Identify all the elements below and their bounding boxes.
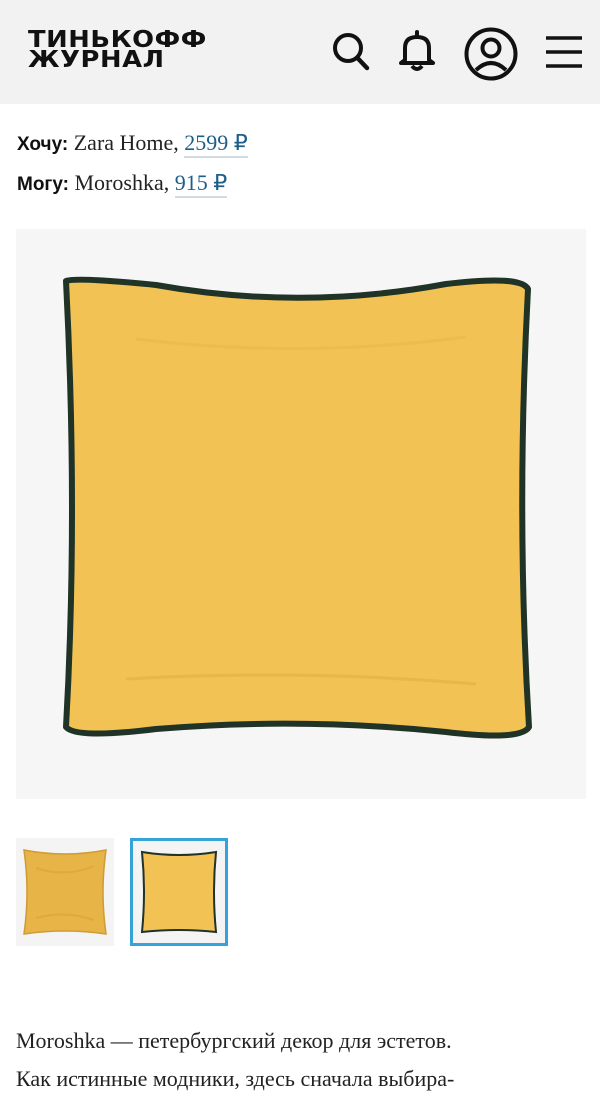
can-label: Могу: bbox=[17, 174, 69, 195]
gallery-thumb-1[interactable] bbox=[16, 838, 114, 946]
want-shop: Zara Home, bbox=[73, 130, 179, 155]
price-comparison: Хочу: Zara Home, 2599 ₽ Могу: Moroshka, … bbox=[17, 124, 248, 204]
search-icon[interactable] bbox=[330, 28, 372, 74]
gallery-thumb-2[interactable] bbox=[130, 838, 228, 946]
article-line-2: Как истинные модники, здесь сначала выби… bbox=[16, 1066, 455, 1091]
menu-icon[interactable] bbox=[544, 34, 584, 70]
site-logo[interactable]: ТИНЬКОФФ ЖУРНАЛ bbox=[28, 29, 207, 73]
article-text: Moroshka — петербургский декор для эстет… bbox=[16, 1022, 586, 1098]
main-product-image[interactable] bbox=[16, 229, 586, 799]
want-price-line: Хочу: Zara Home, 2599 ₽ bbox=[17, 124, 248, 164]
bell-icon[interactable] bbox=[394, 28, 440, 74]
can-shop: Moroshka, bbox=[74, 170, 170, 195]
article-line-1: Moroshka — петербургский декор для эстет… bbox=[16, 1028, 452, 1053]
want-label: Хочу: bbox=[17, 134, 69, 155]
want-price-link[interactable]: 2599 ₽ bbox=[184, 130, 248, 158]
can-price-link[interactable]: 915 ₽ bbox=[174, 170, 228, 198]
site-header: ТИНЬКОФФ ЖУРНАЛ bbox=[0, 0, 600, 104]
profile-icon[interactable] bbox=[463, 26, 519, 82]
can-price-line: Могу: Moroshka, 915 ₽ bbox=[17, 164, 248, 204]
logo-line-2: ЖУРНАЛ bbox=[28, 47, 165, 73]
